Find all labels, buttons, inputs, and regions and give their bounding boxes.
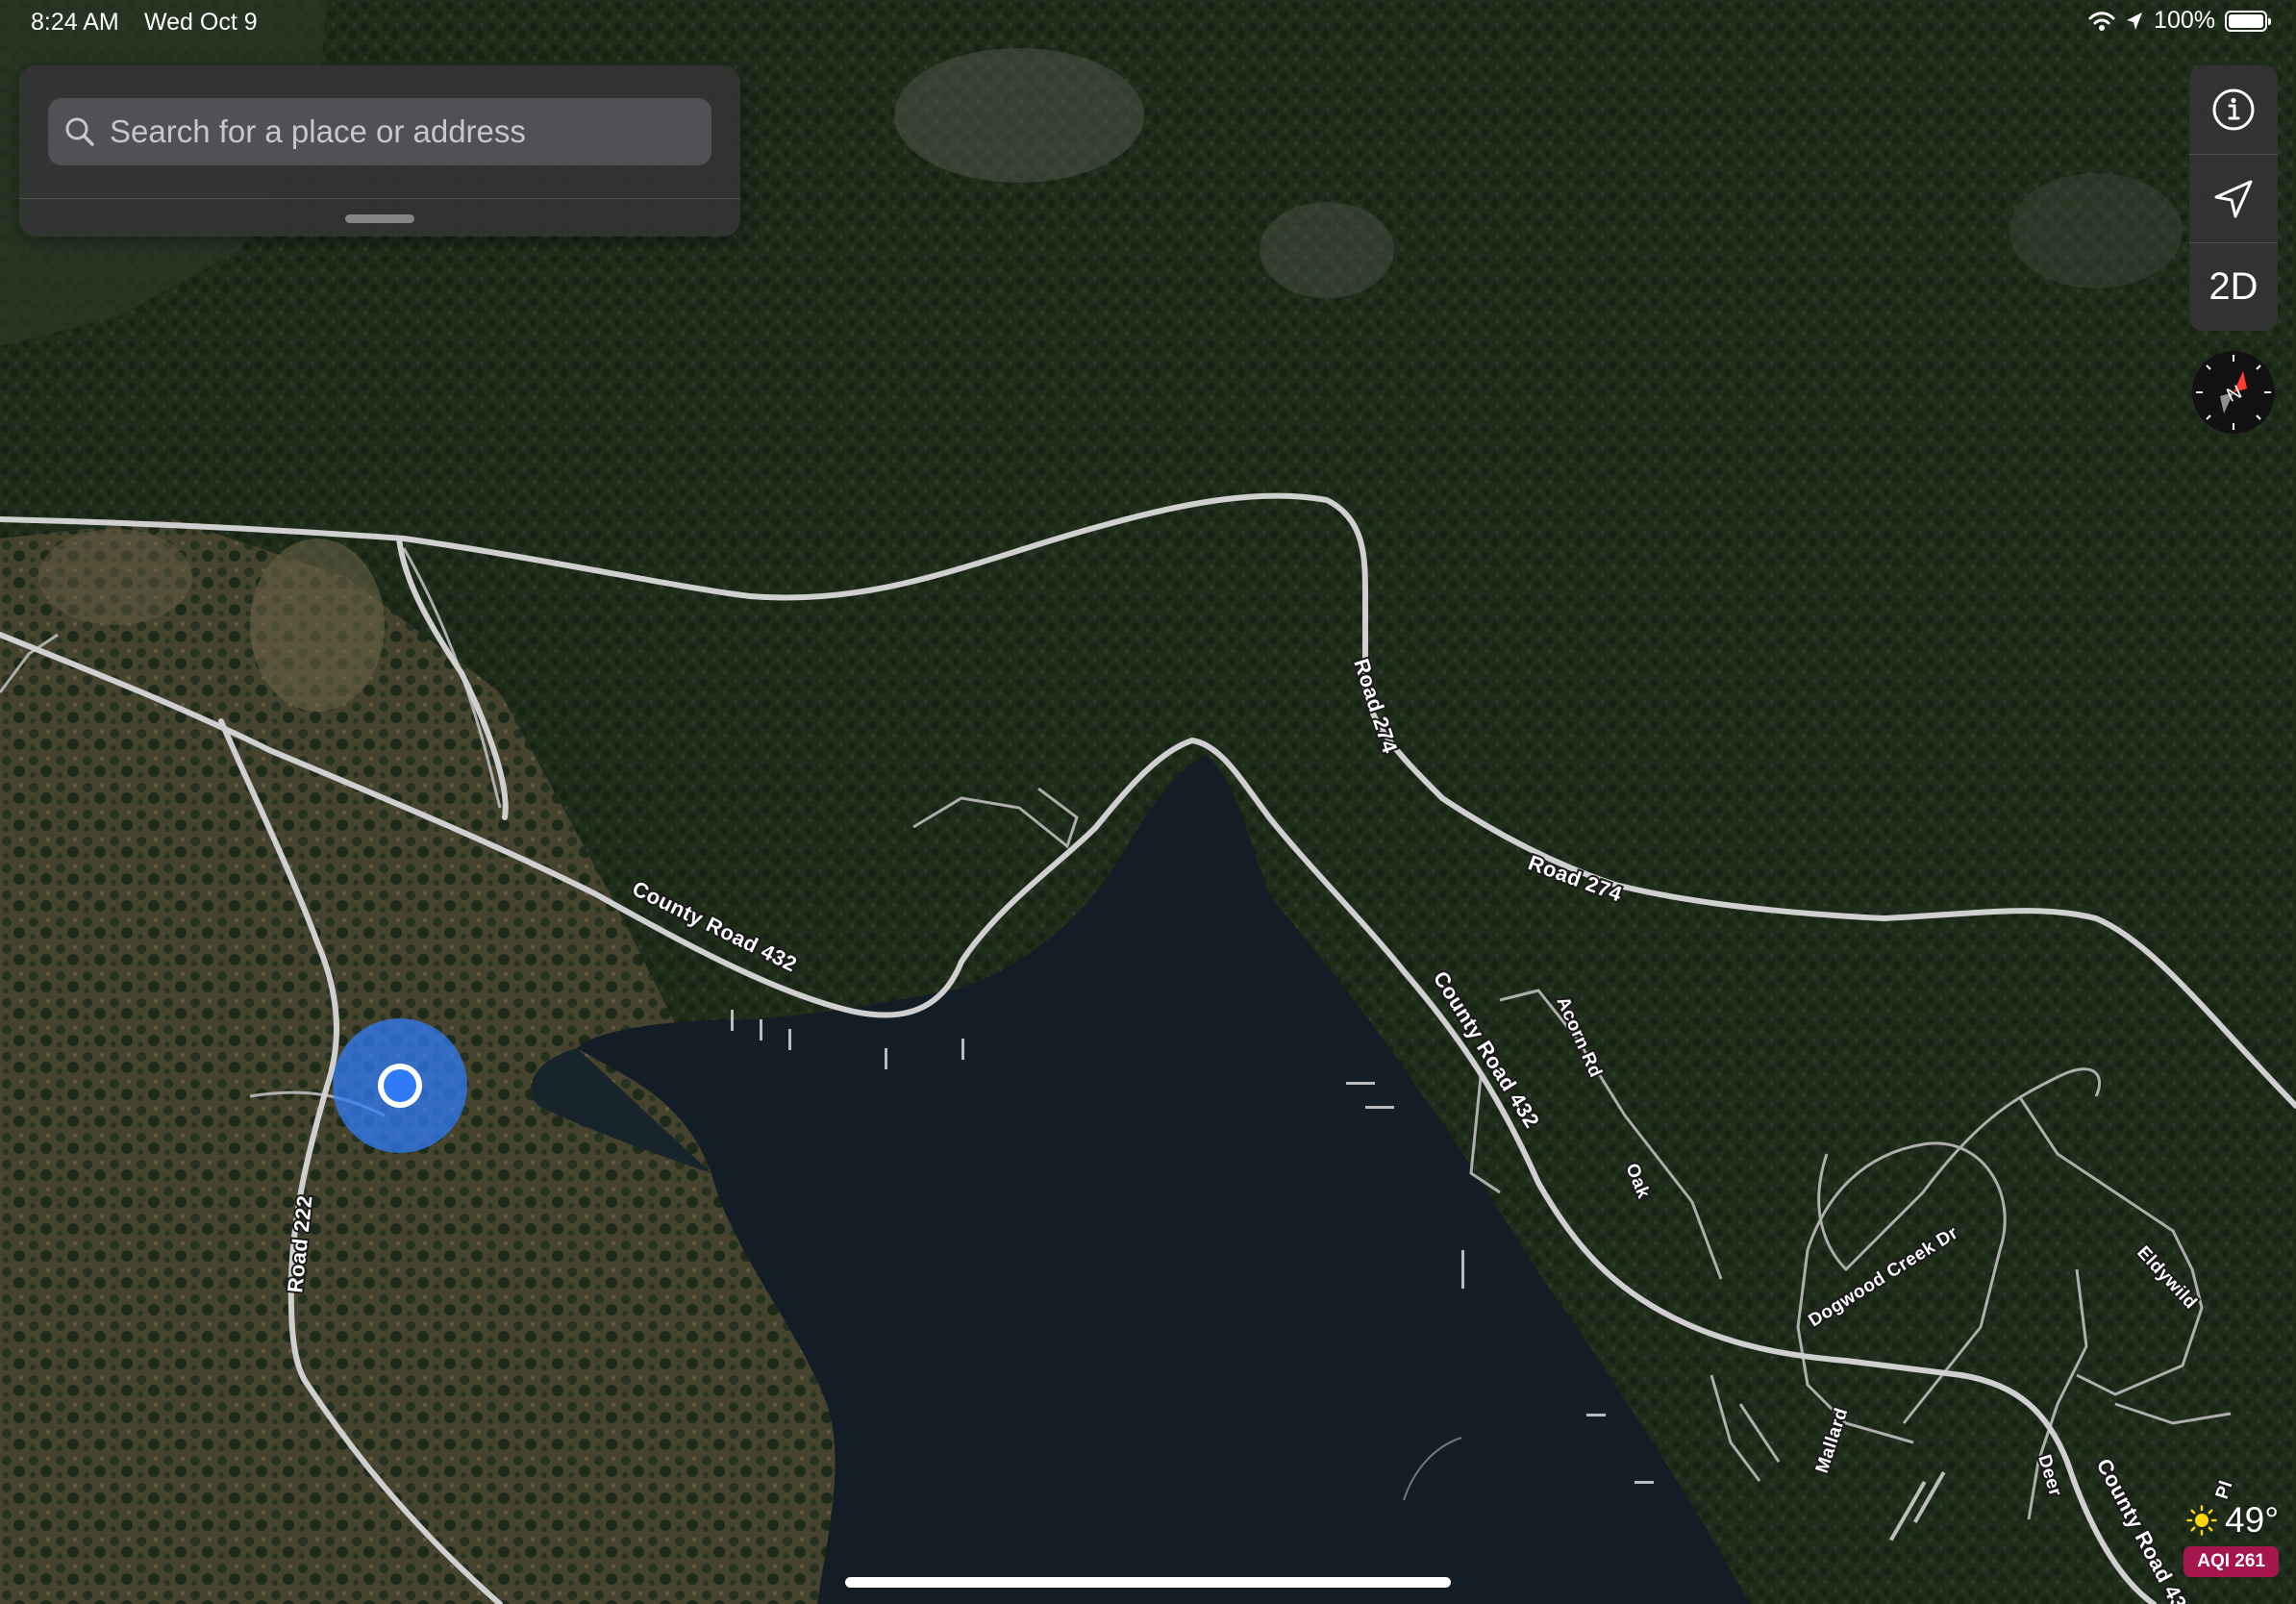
info-button[interactable] <box>2189 65 2278 154</box>
battery-icon <box>2225 10 2271 32</box>
location-arrow-icon <box>2214 180 2253 217</box>
satellite-map[interactable]: Road 274 Road 274 County Road 432 County… <box>0 0 2296 1604</box>
view-mode-label: 2D <box>2209 265 2259 308</box>
map-controls: 2D <box>2189 65 2278 331</box>
view-mode-2d-button[interactable]: 2D <box>2189 242 2278 331</box>
weather-temperature: 49° <box>2225 1500 2279 1540</box>
location-arrow-icon <box>2127 12 2143 30</box>
status-bar: 8:24 AM Wed Oct 9 100% <box>0 0 2296 44</box>
weather-widget[interactable]: 49° AQI 261 <box>2165 1500 2279 1577</box>
weather-temperature-row: 49° <box>2165 1500 2279 1541</box>
home-indicator[interactable] <box>845 1577 1451 1588</box>
battery-percent: 100% <box>2154 7 2215 34</box>
panel-grabber[interactable] <box>345 214 414 223</box>
sun-icon <box>2186 1505 2217 1536</box>
search-field[interactable] <box>48 98 711 165</box>
info-icon <box>2212 88 2255 131</box>
current-location-button[interactable] <box>2189 154 2278 242</box>
user-location-marker[interactable] <box>333 1018 467 1153</box>
status-right-group: 100% <box>2088 7 2271 35</box>
search-panel <box>19 65 740 237</box>
search-input[interactable] <box>108 113 688 151</box>
status-date: Wed Oct 9 <box>144 9 258 36</box>
compass-button[interactable]: N <box>2191 350 2276 435</box>
search-icon <box>65 117 94 146</box>
panel-divider <box>19 198 740 199</box>
wifi-icon <box>2088 11 2115 31</box>
status-time: 8:24 AM <box>31 9 119 36</box>
aqi-badge: AQI 261 <box>2184 1546 2279 1577</box>
battery-level <box>2229 13 2263 28</box>
